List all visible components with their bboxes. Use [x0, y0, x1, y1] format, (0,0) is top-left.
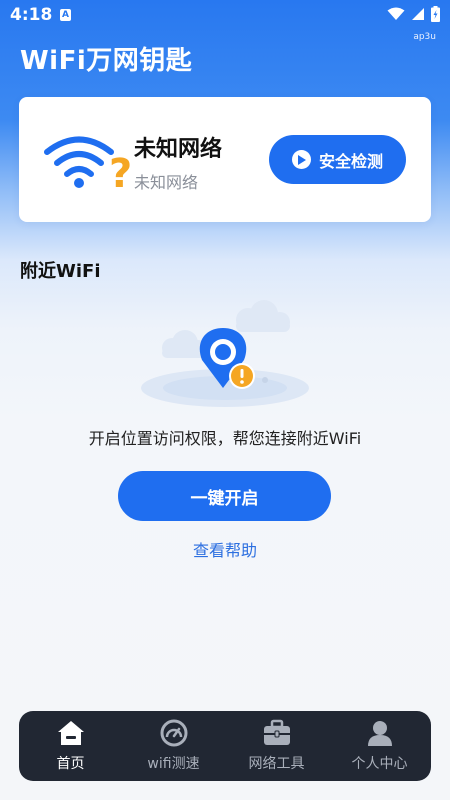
speedometer-icon	[160, 719, 187, 747]
nearby-wifi-title: 附近WiFi	[20, 261, 101, 282]
nav-label-wifi-speed: wifi测速	[147, 756, 200, 772]
home-icon	[57, 721, 84, 745]
security-check-button[interactable]: 安全检测	[269, 135, 406, 184]
signal-icon	[412, 8, 424, 20]
status-time: 4:18	[10, 5, 53, 25]
location-warning-illustration	[141, 300, 309, 407]
status-bar: 4:18 A	[0, 0, 450, 30]
one-click-enable-button[interactable]: 一键开启	[118, 471, 331, 521]
network-card: ? 未知网络 未知网络 安全检测	[19, 97, 431, 222]
nav-label-network-tools: 网络工具	[248, 756, 305, 772]
toolbox-icon	[263, 719, 290, 745]
nav-item-home[interactable]: 首页	[19, 711, 122, 781]
wifi-unknown-icon: ?	[44, 136, 132, 191]
nav-label-home: 首页	[56, 756, 85, 772]
nav-item-profile[interactable]: 个人中心	[328, 711, 431, 781]
person-icon	[367, 721, 392, 746]
status-icons	[387, 6, 440, 22]
battery-icon	[431, 6, 440, 22]
play-icon	[291, 150, 311, 169]
security-check-label: 安全检测	[318, 151, 383, 171]
bottom-nav: 首页 wifi测速 网络工具 个人中心	[19, 711, 431, 781]
svg-text:?: ?	[109, 151, 132, 191]
nav-label-profile: 个人中心	[351, 756, 408, 772]
watermark-text: ap3u	[413, 32, 436, 42]
nav-item-wifi-speed[interactable]: wifi测速	[122, 711, 225, 781]
location-permission-text: 开启位置访问权限，帮您连接附近WiFi	[88, 429, 362, 448]
view-help-link[interactable]: 查看帮助	[0, 537, 450, 561]
nav-item-network-tools[interactable]: 网络工具	[225, 711, 328, 781]
notification-badge-icon: A	[60, 9, 71, 21]
network-subtitle: 未知网络	[134, 173, 199, 192]
wifi-icon	[387, 7, 405, 20]
network-name: 未知网络	[134, 137, 223, 162]
app-title: WiFi万网钥匙	[20, 46, 193, 76]
